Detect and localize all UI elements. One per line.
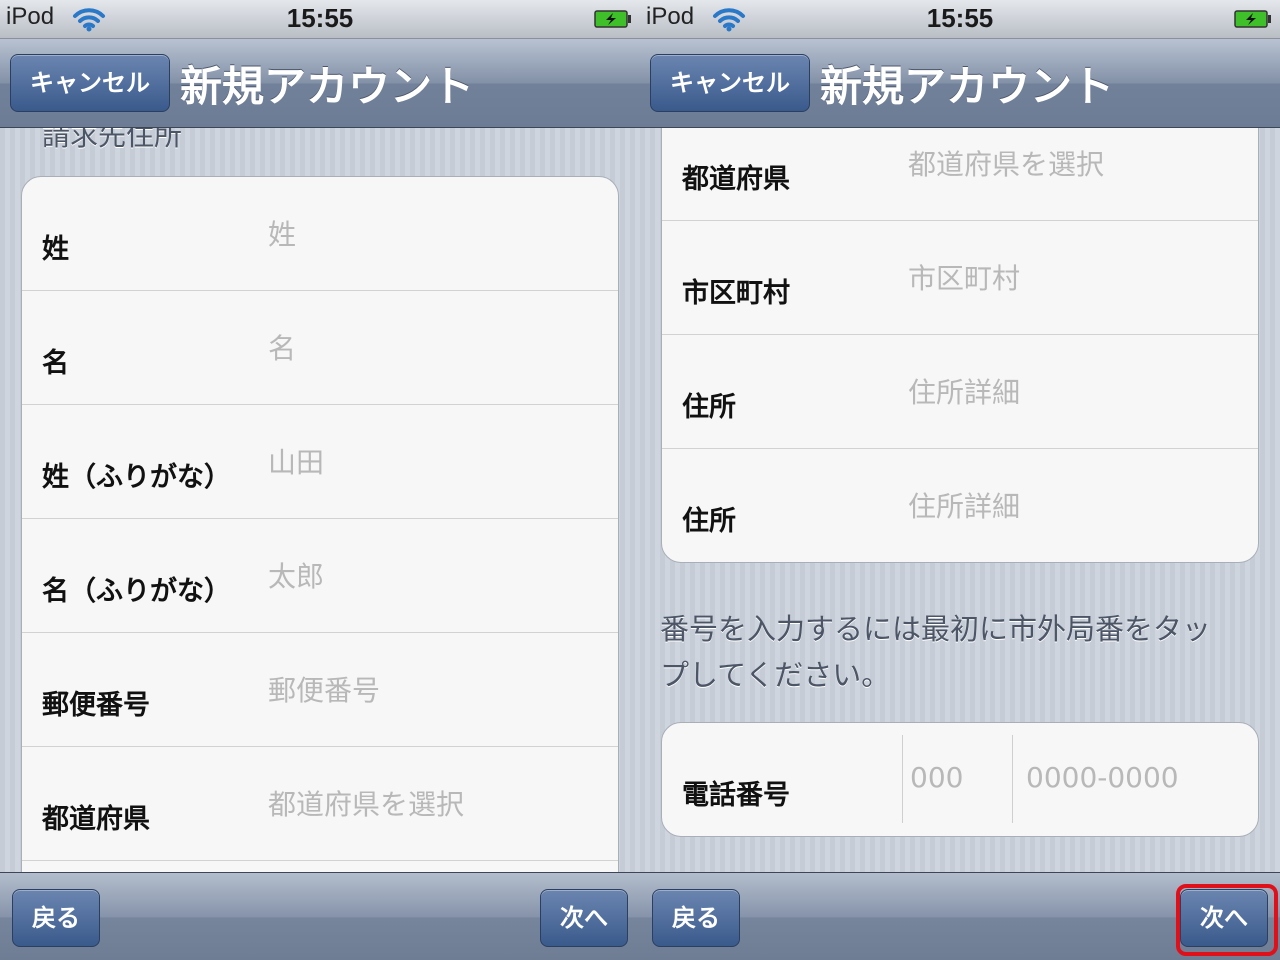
postal-code-input[interactable]: 郵便番号: [268, 669, 380, 709]
form-row-prefecture[interactable]: 都道府県 都道府県を選択: [22, 747, 618, 861]
field-label: 市区町村: [682, 278, 790, 309]
form-scroll-area[interactable]: 都道府県 都道府県を選択 市区町村 市区町村 住所 住所詳細 住所 住所詳細 番…: [640, 128, 1280, 872]
next-button[interactable]: 次へ: [540, 889, 628, 947]
phone-area-code-input[interactable]: 000: [910, 761, 963, 794]
field-label: 住所: [682, 506, 736, 537]
status-bar: iPod 15:55: [0, 0, 640, 39]
right-screen: iPod 15:55 キャンセル 新規アカウント 都道府県 都道府県を選択 市区…: [640, 0, 1280, 960]
form-row-address-1[interactable]: 住所 住所詳細: [662, 335, 1258, 449]
phone-instruction-text: 番号を入力するには最初に市外局番をタップしてください。: [660, 612, 1212, 692]
left-screen: iPod 15:55 キャンセル 新規アカウント 請求先住所 姓 姓 名 名 姓…: [0, 0, 640, 960]
back-button[interactable]: 戻る: [652, 889, 740, 947]
field-label: 姓: [42, 234, 69, 265]
prefecture-select[interactable]: 都道府県を選択: [908, 143, 1104, 183]
nav-bar: キャンセル 新規アカウント: [0, 39, 640, 128]
bottom-toolbar: 戻る 次へ: [0, 872, 640, 960]
status-bar: iPod 15:55: [640, 0, 1280, 39]
page-title: 新規アカウント: [180, 62, 475, 111]
field-label: 電話番号: [682, 780, 790, 811]
form-row-address-2[interactable]: 住所 住所詳細: [662, 449, 1258, 562]
form-row-city[interactable]: 市区町村 市区町村: [662, 221, 1258, 335]
status-time: 15:55: [926, 3, 994, 33]
billing-address-group: 姓 姓 名 名 姓（ふりがな） 山田 名（ふりがな） 太郎 郵便番号 郵便番号 …: [21, 176, 619, 872]
form-row-postal-code[interactable]: 郵便番号 郵便番号: [22, 633, 618, 747]
form-row-last-name[interactable]: 姓 姓: [22, 177, 618, 291]
field-label: 都道府県: [682, 164, 790, 195]
city-input[interactable]: 市区町村: [908, 257, 1020, 297]
first-name-kana-input[interactable]: 太郎: [268, 555, 324, 595]
battery-charging-icon: [594, 10, 631, 28]
form-row-prefecture[interactable]: 都道府県 都道府県を選択: [662, 128, 1258, 221]
field-label: 郵便番号: [42, 690, 150, 721]
address-line1-input[interactable]: 住所詳細: [908, 371, 1020, 411]
phone-group: 電話番号 000 0000-0000: [661, 722, 1259, 837]
battery-charging-icon: [1234, 10, 1271, 28]
field-label: 名: [42, 348, 69, 379]
phone-divider: [902, 735, 903, 823]
form-row-city-partial[interactable]: [22, 861, 618, 872]
next-button-highlight: [1176, 884, 1278, 956]
form-row-phone[interactable]: 電話番号 000 0000-0000: [662, 723, 1258, 836]
form-row-first-name[interactable]: 名 名: [22, 291, 618, 405]
prefecture-select[interactable]: 都道府県を選択: [268, 783, 464, 823]
section-label-billing-address: 請求先住所: [42, 128, 183, 152]
field-label: 住所: [682, 392, 736, 423]
address-line2-input[interactable]: 住所詳細: [908, 485, 1020, 525]
field-label: 姓（ふりがな）: [42, 462, 231, 493]
back-button[interactable]: 戻る: [12, 889, 100, 947]
form-scroll-area[interactable]: 請求先住所 姓 姓 名 名 姓（ふりがな） 山田 名（ふりがな） 太郎 郵便番号…: [0, 128, 640, 872]
phone-number-input[interactable]: 0000-0000: [1026, 761, 1179, 794]
nav-bar: キャンセル 新規アカウント: [640, 39, 1280, 128]
form-row-first-name-kana[interactable]: 名（ふりがな） 太郎: [22, 519, 618, 633]
first-name-input[interactable]: 名: [268, 327, 296, 367]
field-label: 名（ふりがな）: [42, 576, 231, 607]
cancel-button[interactable]: キャンセル: [650, 54, 810, 112]
last-name-input[interactable]: 姓: [268, 213, 296, 253]
address-group: 都道府県 都道府県を選択 市区町村 市区町村 住所 住所詳細 住所 住所詳細: [661, 128, 1259, 563]
status-time: 15:55: [286, 3, 354, 33]
cancel-button[interactable]: キャンセル: [10, 54, 170, 112]
field-label: 都道府県: [42, 804, 150, 835]
last-name-kana-input[interactable]: 山田: [268, 441, 324, 481]
phone-divider: [1012, 735, 1013, 823]
page-title: 新規アカウント: [820, 62, 1115, 111]
form-row-last-name-kana[interactable]: 姓（ふりがな） 山田: [22, 405, 618, 519]
